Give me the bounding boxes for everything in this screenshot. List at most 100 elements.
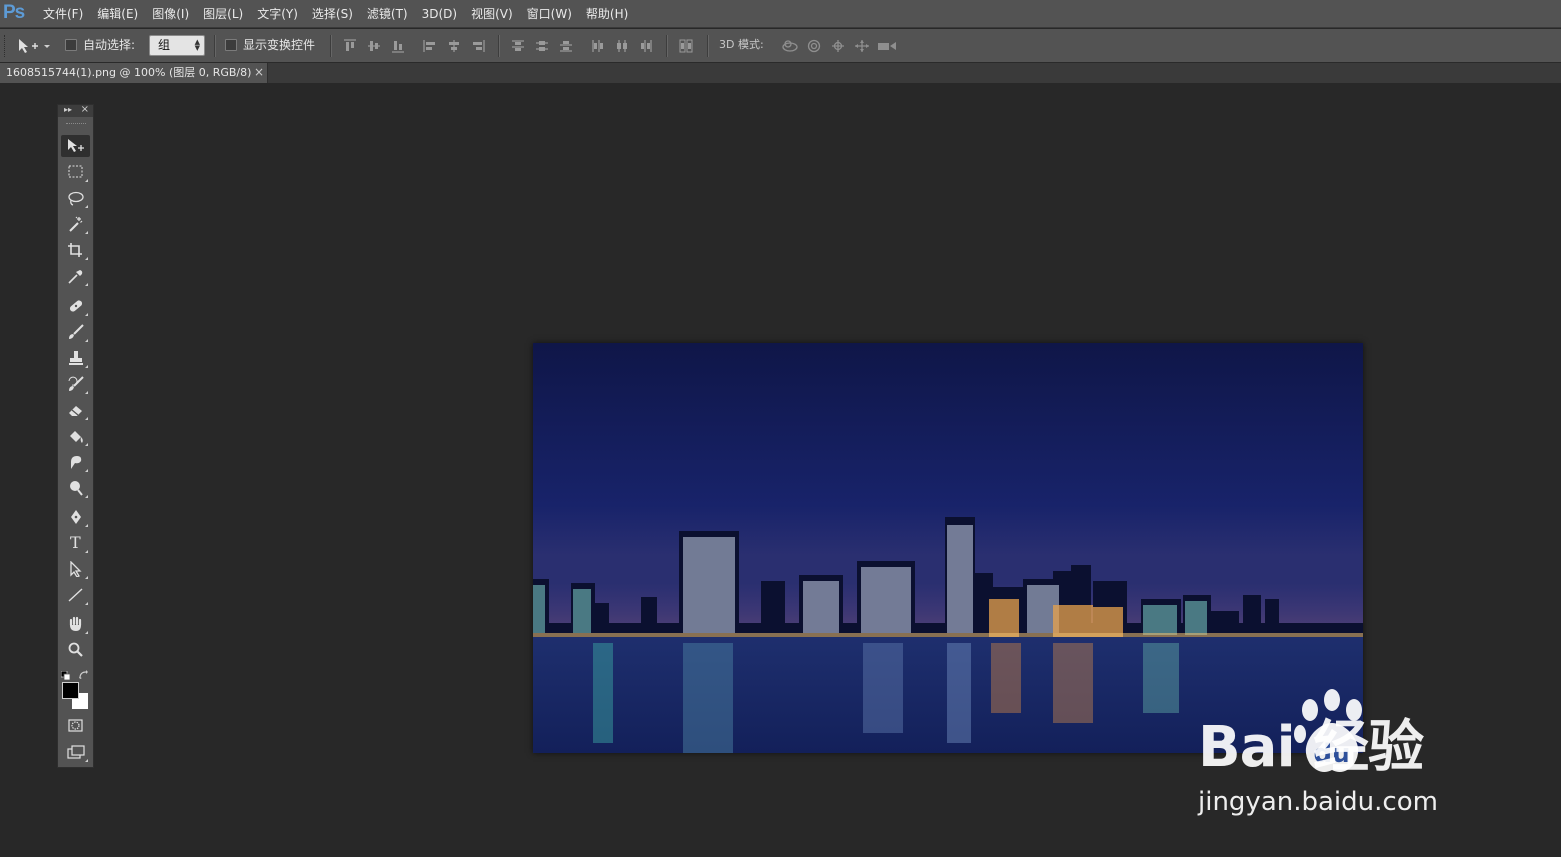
options-bar: 自动选择: 组 ▲ ▼ 显示变换控件 3D 模式:	[0, 29, 1561, 63]
3d-scale-icon[interactable]	[877, 39, 897, 53]
separator	[214, 35, 216, 57]
move-tool-icon	[68, 139, 84, 152]
photoshop-logo: Ps	[3, 2, 25, 23]
3d-roll-icon[interactable]	[807, 39, 821, 53]
menu-filter[interactable]: 滤镜(T)	[360, 0, 415, 28]
quick-mask-icon	[68, 719, 83, 732]
align-right-icon[interactable]	[471, 39, 485, 53]
move-tool-icon	[19, 39, 50, 53]
baidu-jingyan-watermark: Bai 经验	[1198, 715, 1424, 780]
menu-type[interactable]: 文字(Y)	[250, 0, 305, 28]
document-canvas[interactable]	[533, 343, 1363, 753]
eraser-icon	[69, 406, 82, 416]
close-panel-icon[interactable]: ×	[81, 104, 89, 116]
distribute-right-icon[interactable]	[639, 39, 653, 53]
show-transform-label: 显示变换控件	[243, 38, 316, 52]
show-transform-checkbox[interactable]	[225, 39, 237, 51]
align-left-icon[interactable]	[423, 39, 437, 53]
document-tab-title: 1608515744(1).png @ 100% (图层 0, RGB/8)	[6, 66, 252, 79]
distribute-vcenter-icon[interactable]	[535, 39, 549, 53]
type-tool[interactable]: T	[61, 532, 90, 554]
paint-bucket-tool[interactable]	[61, 425, 90, 447]
3d-slide-icon[interactable]	[853, 39, 871, 53]
zoom-tool[interactable]	[61, 639, 90, 661]
history-brush-tool[interactable]	[61, 373, 90, 395]
menu-file[interactable]: 文件(F)	[36, 0, 90, 28]
quick-mask-tool[interactable]	[61, 715, 90, 737]
menu-help[interactable]: 帮助(H)	[579, 0, 635, 28]
3d-orbit-icon[interactable]	[781, 39, 799, 53]
3d-pan-icon[interactable]	[831, 39, 845, 53]
watermark-url: jingyan.baidu.com	[1198, 787, 1438, 817]
line-tool[interactable]	[61, 584, 90, 606]
type-tool-icon: T	[70, 533, 81, 552]
menu-image[interactable]: 图像(I)	[145, 0, 196, 28]
healing-brush-tool[interactable]	[61, 295, 90, 317]
3d-mode-label: 3D 模式:	[719, 38, 764, 51]
eyedropper-icon	[68, 270, 83, 284]
paint-bucket-icon	[70, 431, 83, 443]
separator	[330, 35, 332, 57]
dodge-tool[interactable]	[61, 477, 90, 499]
default-colors-icon[interactable]	[60, 666, 71, 681]
eraser-tool[interactable]	[61, 399, 90, 421]
dropdown-arrows-icon: ▲ ▼	[194, 38, 200, 52]
magic-wand-tool[interactable]	[61, 213, 90, 235]
align-bottom-icon[interactable]	[391, 39, 405, 53]
hand-tool[interactable]	[61, 613, 90, 635]
tools-panel-header[interactable]: ▸▸ ×	[58, 104, 93, 117]
collapse-panel-icon[interactable]: ▸▸	[64, 104, 72, 116]
distribute-top-icon[interactable]	[511, 39, 525, 53]
separator	[498, 35, 500, 57]
move-tool[interactable]	[61, 135, 90, 157]
foreground-color-swatch[interactable]	[62, 682, 79, 699]
screen-mode-icon	[67, 745, 85, 759]
document-tab[interactable]: 1608515744(1).png @ 100% (图层 0, RGB/8) ×	[0, 63, 268, 83]
swap-colors-icon[interactable]	[79, 665, 89, 679]
brush-icon	[69, 324, 84, 339]
path-selection-tool[interactable]	[61, 558, 90, 580]
auto-select-dropdown[interactable]: 组 ▲ ▼	[149, 35, 205, 56]
auto-select-value: 组	[158, 38, 171, 52]
distribute-bottom-icon[interactable]	[559, 39, 573, 53]
city-skyline-image	[533, 343, 1363, 753]
auto-select-checkbox[interactable]	[65, 39, 77, 51]
hand-icon	[69, 616, 82, 631]
tools-panel-grip[interactable]	[66, 123, 86, 126]
close-tab-icon[interactable]: ×	[254, 65, 264, 79]
menu-3d[interactable]: 3D(D)	[415, 0, 464, 28]
smudge-icon	[71, 456, 82, 469]
menu-layer[interactable]: 图层(L)	[196, 0, 250, 28]
crop-tool[interactable]	[61, 239, 90, 261]
align-vcenter-icon[interactable]	[367, 39, 381, 53]
align-top-icon[interactable]	[343, 39, 357, 53]
menu-select[interactable]: 选择(S)	[305, 0, 360, 28]
pen-tool[interactable]	[61, 506, 90, 528]
history-brush-icon	[68, 376, 84, 391]
document-tab-strip: 1608515744(1).png @ 100% (图层 0, RGB/8) ×	[0, 63, 1561, 83]
pen-icon	[71, 510, 81, 524]
dodge-icon	[70, 481, 83, 496]
tool-preset-picker[interactable]	[16, 36, 52, 56]
blur-tool[interactable]	[61, 451, 90, 473]
separator	[707, 35, 709, 57]
distribute-hcenter-icon[interactable]	[615, 39, 629, 53]
crop-icon	[68, 243, 82, 257]
path-selection-icon	[70, 561, 82, 577]
lasso-icon	[68, 191, 84, 206]
distribute-left-icon[interactable]	[591, 39, 605, 53]
menu-edit[interactable]: 编辑(E)	[90, 0, 145, 28]
align-hcenter-icon[interactable]	[447, 39, 461, 53]
menu-view[interactable]: 视图(V)	[464, 0, 520, 28]
marquee-tool[interactable]	[61, 161, 90, 183]
options-bar-grip[interactable]	[4, 35, 7, 57]
menu-items: 文件(F) 编辑(E) 图像(I) 图层(L) 文字(Y) 选择(S) 滤镜(T…	[36, 0, 635, 28]
brush-tool[interactable]	[61, 321, 90, 343]
lasso-tool[interactable]	[61, 187, 90, 209]
menu-window[interactable]: 窗口(W)	[520, 0, 579, 28]
eyedropper-tool[interactable]	[61, 265, 90, 287]
clone-stamp-tool[interactable]	[61, 347, 90, 369]
screen-mode-tool[interactable]	[61, 741, 90, 763]
auto-align-layers-icon[interactable]	[679, 39, 693, 53]
separator	[666, 35, 668, 57]
